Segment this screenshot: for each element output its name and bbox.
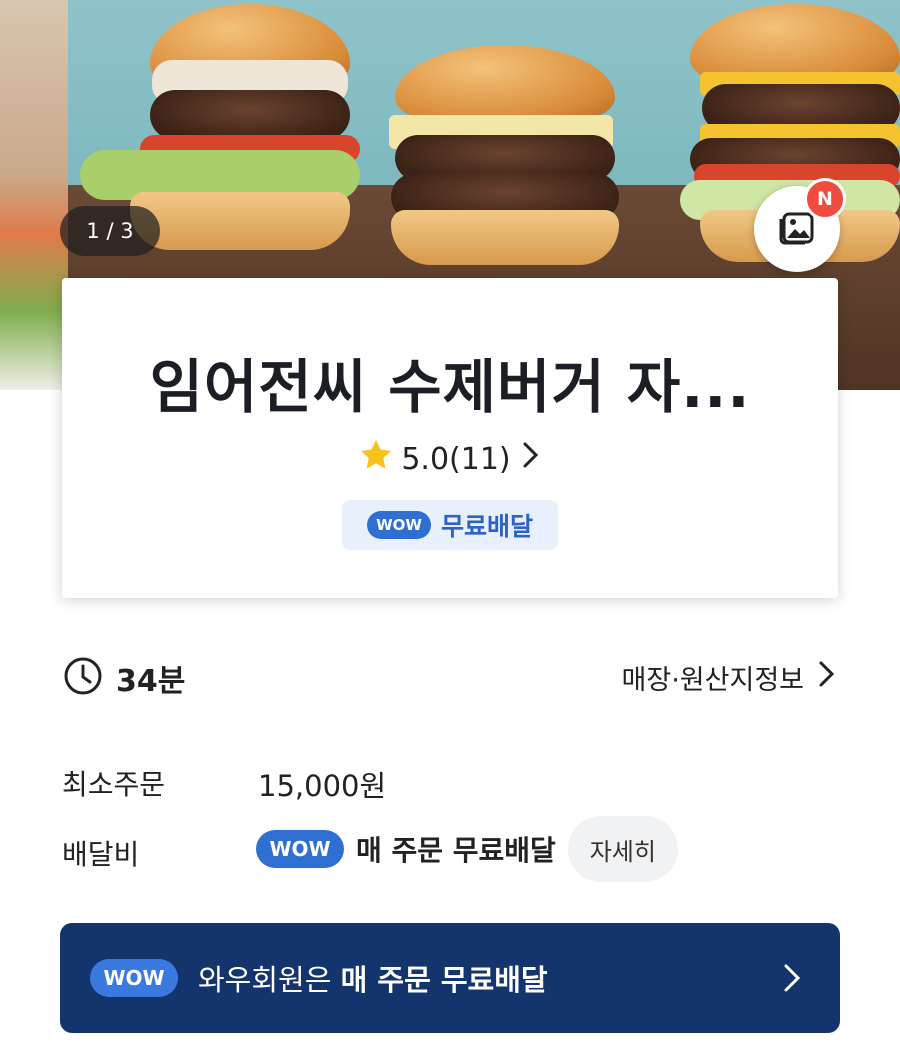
free-delivery-label: 무료배달 [440, 512, 533, 541]
origin-link-label: 매장·원산지정보 [621, 665, 804, 696]
delivery-fee-row: WOW 매 주문 무료배달 자세히 [256, 816, 678, 882]
rating-link[interactable]: 5.0(11) [62, 436, 838, 482]
delivery-time: 34분 [62, 655, 185, 701]
banner-text-bold: 매 주문 무료배달 [340, 963, 548, 997]
detail-button[interactable]: 자세히 [567, 816, 678, 882]
photo-review-button[interactable]: N [754, 178, 846, 272]
wow-badge: WOW [366, 511, 431, 539]
slide-counter: 1 / 3 [60, 206, 160, 256]
chevron-right-icon [780, 961, 804, 999]
burger-image-2 [385, 45, 625, 265]
wow-badge: WOW [90, 959, 178, 997]
banner-text-prefix: 와우회원은 [198, 963, 341, 997]
new-badge: N [804, 178, 846, 220]
rating-value: 5.0(11) [401, 441, 511, 477]
star-icon [357, 436, 395, 482]
store-name: 임어전씨 수제버거 자... [149, 353, 751, 421]
delivery-time-value: 34분 [116, 664, 186, 699]
min-order-value: 15,000원 [258, 769, 387, 803]
chevron-right-icon [517, 440, 543, 478]
store-origin-info-link[interactable]: 매장·원산지정보 [622, 658, 838, 697]
wow-membership-banner[interactable]: WOW 와우회원은 매 주문 무료배달 [60, 923, 840, 1033]
chevron-right-icon [814, 659, 838, 696]
delivery-fee-label: 배달비 [62, 838, 140, 871]
clock-icon [62, 655, 104, 701]
banner-text: 와우회원은 매 주문 무료배달 [198, 957, 548, 999]
free-delivery-tag: WOW 무료배달 [342, 500, 558, 550]
min-order-label: 최소주문 [62, 768, 166, 801]
store-info-card: 임어전씨 수제버거 자... 5.0(11) WOW 무료배달 [62, 278, 838, 598]
wow-badge: WOW [256, 830, 344, 868]
delivery-fee-value: 매 주문 무료배달 [356, 834, 556, 867]
previous-image-peek [0, 0, 68, 390]
